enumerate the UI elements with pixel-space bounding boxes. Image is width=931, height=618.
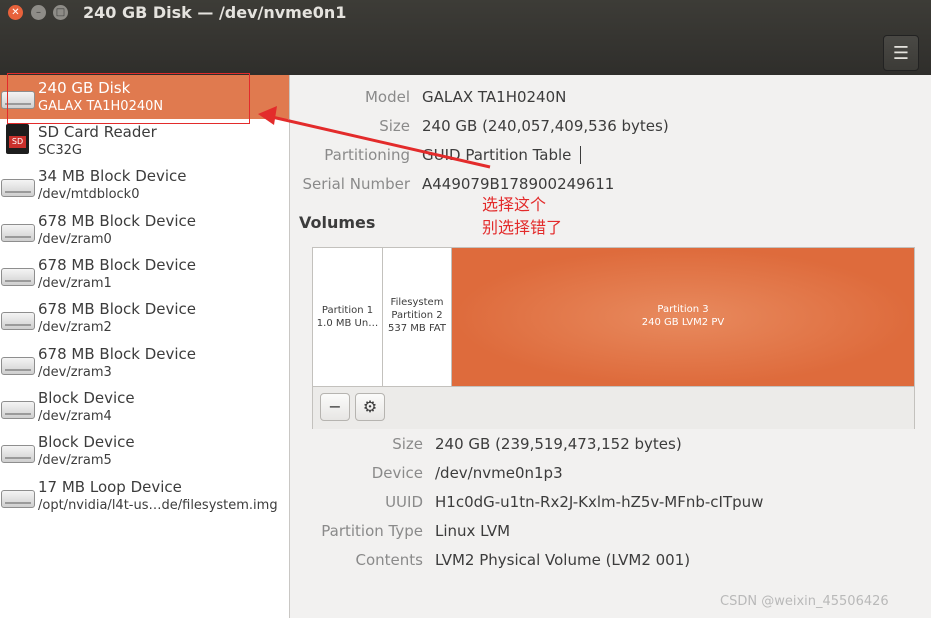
uuid-value: H1c0dG-u1tn-Rx2J-Kxlm-hZ5v-MFnb-cITpuw [435, 493, 764, 511]
device-subtitle: /dev/zram0 [38, 232, 112, 247]
minus-icon: − [328, 397, 342, 416]
device-item-loop-device[interactable]: 17 MB Loop Device /opt/nvidia/l4t-us…de/… [0, 474, 289, 518]
device-name: 678 MB Block Device [38, 345, 197, 363]
device-value: /dev/nvme0n1p3 [435, 464, 563, 482]
device-subtitle: /dev/zram5 [38, 453, 112, 468]
device-name: 678 MB Block Device [38, 212, 197, 230]
partition-2-block[interactable]: Filesystem Partition 2 537 MB FAT [383, 248, 452, 386]
drive-icon [1, 352, 35, 378]
volume-size-label: Size [392, 435, 423, 453]
drive-icon [1, 263, 35, 289]
remove-partition-button[interactable]: − [320, 393, 350, 421]
window-title: 240 GB Disk — /dev/nvme0n1 [83, 3, 347, 22]
annotation-line-2: 别选择错了 [482, 218, 563, 237]
close-icon: ✕ [11, 7, 20, 18]
device-subtitle: /dev/zram4 [38, 409, 112, 424]
partition-settings-button[interactable]: ⚙ [355, 393, 385, 421]
size-value: 240 GB (240,057,409,536 bytes) [422, 117, 669, 135]
model-label: Model [364, 88, 410, 106]
drive-icon [1, 219, 35, 245]
partition-label: Partition 3 [657, 304, 709, 315]
device-item-zram5[interactable]: Block Device /dev/zram5 [0, 429, 289, 473]
device-list: 240 GB Disk GALAX TA1H0240N SD SD Card R… [0, 75, 290, 618]
device-subtitle: /dev/mtdblock0 [38, 187, 140, 202]
device-subtitle: /dev/zram2 [38, 320, 112, 335]
drive-icon [1, 440, 35, 466]
partition-type-value: Linux LVM [435, 522, 511, 540]
model-value: GALAX TA1H0240N [422, 88, 567, 106]
app-menu-button[interactable]: ☰ [883, 35, 919, 71]
device-item-240gb-disk[interactable]: 240 GB Disk GALAX TA1H0240N [0, 75, 289, 119]
annotation-line-1: 选择这个 [482, 195, 547, 214]
drive-icon [1, 307, 35, 333]
drive-icon [1, 174, 35, 200]
serial-number-label: Serial Number [302, 175, 410, 193]
drive-icon [1, 485, 35, 511]
device-subtitle: SC32G [38, 143, 82, 158]
maximize-icon: □ [55, 7, 66, 18]
sd-card-icon: SD [1, 124, 35, 156]
volumes-panel: Partition 1 1.0 MB Un… Filesystem Partit… [312, 247, 915, 429]
device-name: 240 GB Disk [38, 79, 131, 97]
uuid-label: UUID [385, 493, 423, 511]
device-item-zram0[interactable]: 678 MB Block Device /dev/zram0 [0, 208, 289, 252]
close-window-button[interactable]: ✕ [8, 5, 23, 20]
filesystem-label: Filesystem [390, 297, 444, 308]
device-name: 17 MB Loop Device [38, 478, 182, 496]
device-subtitle: /dev/zram1 [38, 276, 112, 291]
device-name: 678 MB Block Device [38, 256, 197, 274]
volume-size-value: 240 GB (239,519,473,152 bytes) [435, 435, 682, 453]
header-bar: ✕ – □ 240 GB Disk — /dev/nvme0n1 ☰ [0, 0, 931, 75]
device-item-mtdblock0[interactable]: 34 MB Block Device /dev/mtdblock0 [0, 163, 289, 207]
size-label: Size [379, 117, 410, 135]
text-cursor [580, 146, 581, 164]
device-subtitle: /opt/nvidia/l4t-us…de/filesystem.img [38, 498, 278, 513]
partition-3-block[interactable]: Partition 3 240 GB LVM2 PV [452, 248, 914, 386]
device-name: Block Device [38, 433, 135, 451]
device-name: 34 MB Block Device [38, 167, 187, 185]
partition-label: Partition 2 [391, 310, 443, 321]
minimize-window-button[interactable]: – [31, 5, 46, 20]
device-subtitle: GALAX TA1H0240N [38, 99, 164, 114]
device-item-zram2[interactable]: 678 MB Block Device /dev/zram2 [0, 296, 289, 340]
partition-type-label: Partition Type [321, 522, 423, 540]
device-name: 678 MB Block Device [38, 300, 197, 318]
device-item-sd-card-reader[interactable]: SD SD Card Reader SC32G [0, 119, 289, 163]
partition-label: Partition 1 [321, 305, 374, 316]
maximize-window-button[interactable]: □ [53, 5, 68, 20]
partition-size: 240 GB LVM2 PV [641, 317, 725, 328]
partitioning-label: Partitioning [324, 146, 410, 164]
device-item-zram1[interactable]: 678 MB Block Device /dev/zram1 [0, 252, 289, 296]
minimize-icon: – [36, 7, 41, 18]
device-item-zram3[interactable]: 678 MB Block Device /dev/zram3 [0, 341, 289, 385]
contents-value: LVM2 Physical Volume (LVM2 001) [435, 551, 691, 569]
watermark: CSDN @weixin_45506426 [720, 594, 889, 609]
drive-icon [1, 396, 35, 422]
gear-icon: ⚙ [362, 397, 378, 416]
volume-toolbar: − ⚙ [313, 386, 914, 429]
partitioning-value[interactable]: GUID Partition Table [422, 146, 571, 164]
hdd-icon [1, 86, 35, 112]
device-name: Block Device [38, 389, 135, 407]
device-item-zram4[interactable]: Block Device /dev/zram4 [0, 385, 289, 429]
partition-size: 1.0 MB Un… [316, 318, 379, 329]
device-label: Device [371, 464, 423, 482]
hamburger-menu-icon: ☰ [892, 42, 910, 64]
volumes-heading: Volumes [299, 213, 376, 232]
device-subtitle: /dev/zram3 [38, 365, 112, 380]
partition-size: 537 MB FAT [388, 323, 446, 334]
contents-label: Contents [355, 551, 423, 569]
partition-1-block[interactable]: Partition 1 1.0 MB Un… [313, 248, 383, 386]
device-name: SD Card Reader [38, 123, 157, 141]
